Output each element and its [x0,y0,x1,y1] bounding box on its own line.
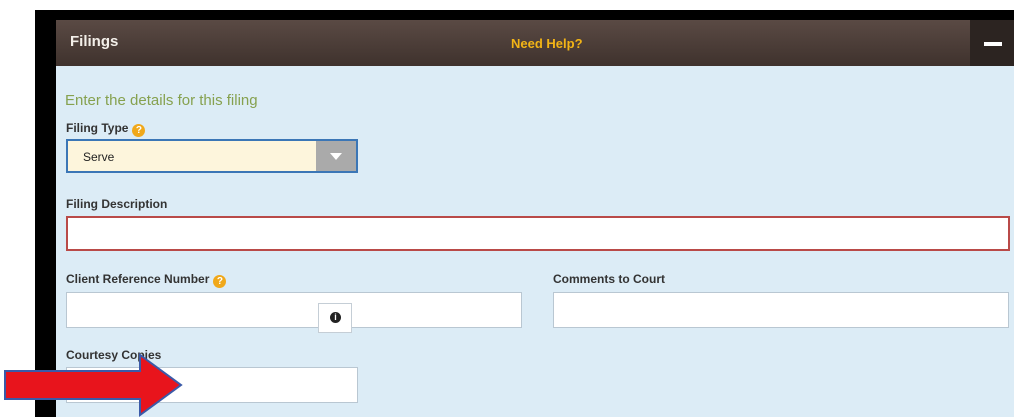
filing-type-select[interactable]: Serve [66,139,358,173]
form-intro-text: Enter the details for this filing [65,92,258,109]
section-title: Filings [70,33,119,50]
question-icon[interactable]: ? [213,275,227,288]
filings-header: Filings Need Help? [56,20,1014,66]
comments-label: Comments to Court [553,272,665,286]
filing-type-value: Serve [83,150,115,164]
info-icon: i [330,312,341,323]
client-reference-input[interactable] [66,292,522,328]
client-reference-label-text: Client Reference Number [66,272,210,286]
filing-type-label: Filing Type? [66,121,146,137]
filing-description-input[interactable] [66,216,1010,251]
chevron-down-icon[interactable] [316,141,356,171]
need-help-link[interactable]: Need Help? [511,36,583,51]
comments-input[interactable] [553,292,1009,328]
question-icon[interactable]: ? [132,124,146,137]
filing-description-label: Filing Description [66,197,168,211]
minus-icon [984,42,1002,46]
info-button[interactable]: i [318,303,352,333]
filing-form-panel: Enter the details for this filing Filing… [56,66,1014,417]
collapse-button[interactable] [970,20,1014,66]
filing-type-label-text: Filing Type [66,121,129,135]
client-reference-label: Client Reference Number? [66,272,227,288]
red-arrow-annotation [4,353,183,417]
